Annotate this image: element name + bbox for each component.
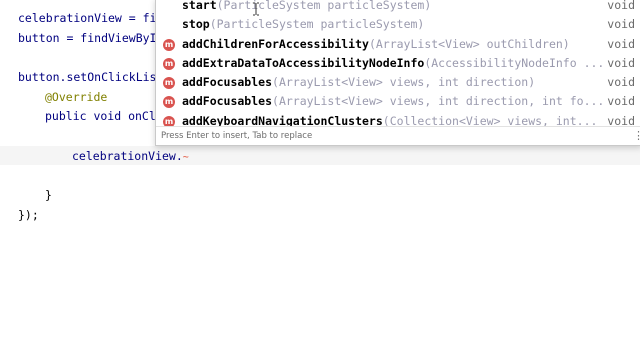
completion-params: (ArrayList<View> views, int direction) bbox=[272, 75, 536, 89]
completion-return-type: void bbox=[607, 56, 635, 70]
code-line-4[interactable]: @Override bbox=[45, 87, 107, 107]
completion-name: stop bbox=[182, 17, 210, 31]
completion-name: addExtraDataToAccessibilityNodeInfo bbox=[182, 56, 425, 70]
code-line-6-current[interactable]: celebrationView.~ bbox=[72, 146, 191, 166]
autocomplete-footer: Press Enter to insert, Tab to replace ⋮ bbox=[156, 126, 640, 145]
autocomplete-popup[interactable]: start(ParticleSystem particleSystem) voi… bbox=[155, 0, 640, 146]
completion-item[interactable]: m addChildrenForAccessibility(ArrayList<… bbox=[156, 35, 640, 54]
footer-hint: Press Enter to insert, Tab to replace bbox=[161, 131, 313, 141]
completion-item[interactable]: m addKeyboardNavigationClusters(Collecti… bbox=[156, 112, 640, 126]
code-line-8[interactable]: }); bbox=[18, 205, 39, 225]
code-line-7[interactable]: } bbox=[45, 185, 52, 205]
code-text: }); bbox=[18, 208, 39, 222]
code-text: public void onCl bbox=[45, 109, 156, 123]
completion-params: (ArrayList<View> views, int direction, i… bbox=[272, 94, 605, 108]
completion-item[interactable]: m addExtraDataToAccessibilityNodeInfo(Ac… bbox=[156, 54, 640, 73]
completion-params: (ParticleSystem particleSystem) bbox=[216, 0, 432, 12]
code-line-1[interactable]: celebrationView = fi bbox=[18, 8, 156, 28]
completion-return-type: void bbox=[607, 17, 635, 31]
completion-name: addFocusables bbox=[182, 75, 273, 89]
completion-return-type: void bbox=[607, 114, 635, 126]
completion-params: (AccessibilityNodeInfo ... bbox=[424, 56, 605, 70]
code-text: } bbox=[45, 188, 52, 202]
completion-params: (ParticleSystem particleSystem) bbox=[209, 17, 425, 31]
code-text: button.setOnClickLis bbox=[18, 70, 157, 84]
method-icon: m bbox=[163, 116, 175, 126]
code-line-3[interactable]: button.setOnClickLis bbox=[18, 67, 156, 87]
code-text: button = findViewById bbox=[18, 31, 164, 45]
annotation-override: @Override bbox=[45, 90, 108, 104]
completion-return-type: void bbox=[607, 37, 635, 51]
method-icon: m bbox=[163, 77, 175, 89]
completion-name: addKeyboardNavigationClusters bbox=[182, 114, 383, 126]
code-text: celebrationView = fi bbox=[18, 11, 157, 25]
completion-list[interactable]: start(ParticleSystem particleSystem) voi… bbox=[156, 0, 640, 126]
method-icon: m bbox=[163, 58, 175, 70]
completion-return-type: void bbox=[607, 75, 635, 89]
method-icon: m bbox=[163, 96, 175, 108]
completion-name: start bbox=[182, 0, 217, 12]
completion-name: addFocusables bbox=[182, 94, 273, 108]
completion-item[interactable]: m addFocusables(ArrayList<View> views, i… bbox=[156, 92, 640, 111]
completion-return-type: void bbox=[607, 94, 635, 108]
code-line-5[interactable]: public void onCl bbox=[45, 106, 156, 126]
completion-item[interactable]: start(ParticleSystem particleSystem) voi… bbox=[156, 0, 640, 15]
completion-item[interactable]: m addFocusables(ArrayList<View> views, i… bbox=[156, 73, 640, 92]
error-squiggle: ~ bbox=[182, 152, 189, 163]
completion-params: (ArrayList<View> outChildren) bbox=[368, 37, 570, 51]
completion-name: addChildrenForAccessibility bbox=[182, 37, 369, 51]
code-text: celebrationView. bbox=[72, 149, 183, 163]
completion-item[interactable]: stop(ParticleSystem particleSystem) void bbox=[156, 15, 640, 34]
completion-params: (Collection<View> views, int... bbox=[382, 114, 598, 126]
more-options-icon[interactable]: ⋮ bbox=[633, 129, 640, 143]
text-cursor-icon bbox=[253, 2, 259, 16]
method-icon: m bbox=[163, 39, 175, 51]
completion-return-type: void bbox=[607, 0, 635, 12]
code-line-2[interactable]: button = findViewById bbox=[18, 28, 163, 48]
